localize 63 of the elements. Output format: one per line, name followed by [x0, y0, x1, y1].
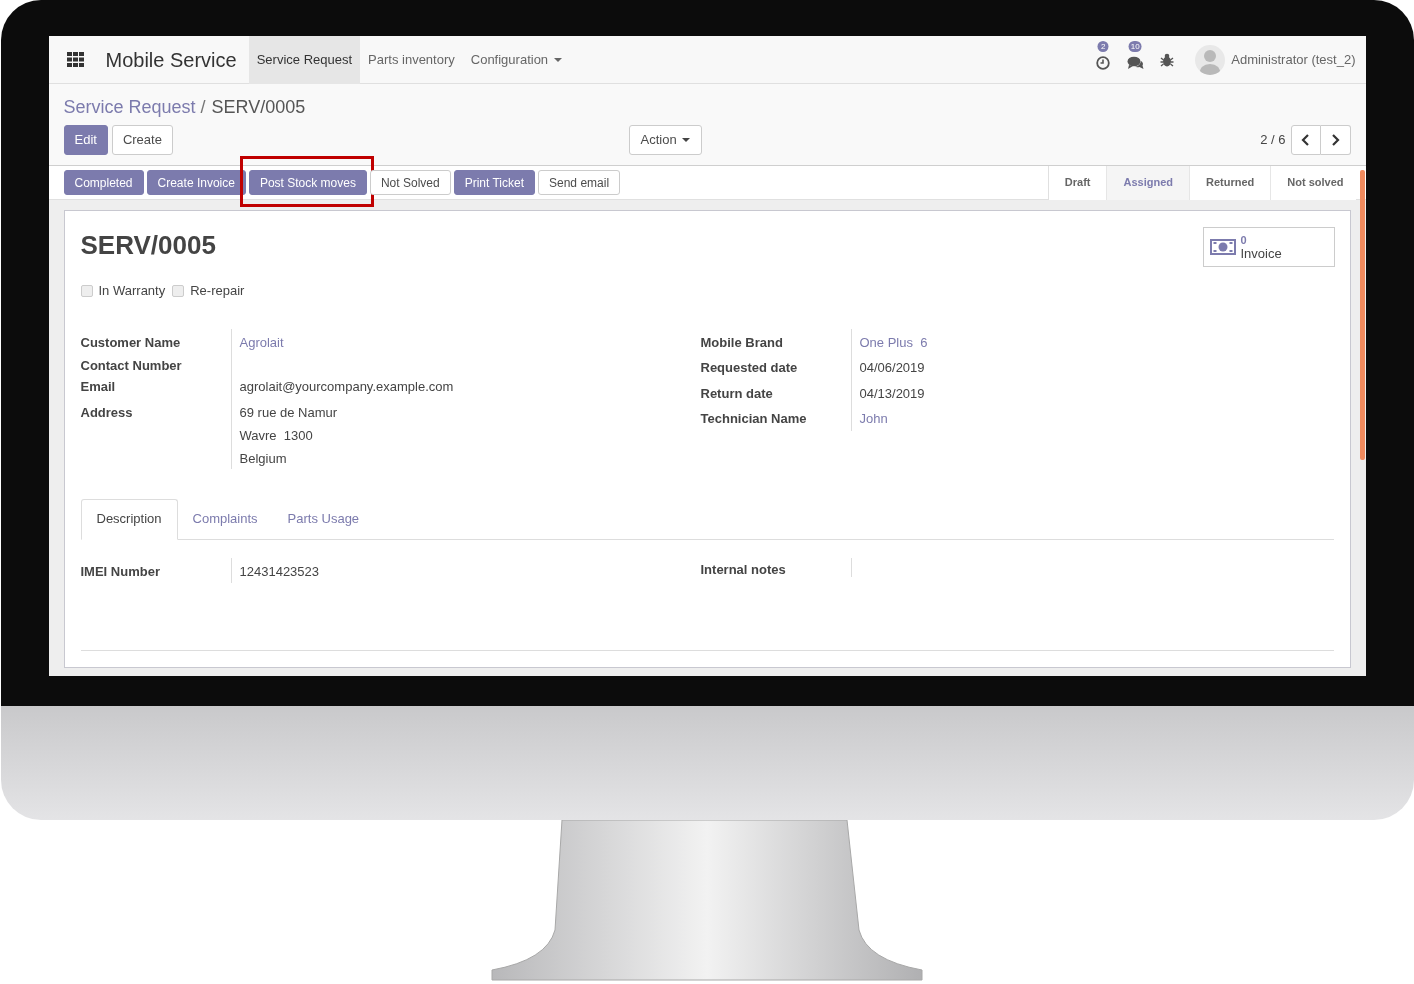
header-button[interactable]: Post Stock moves [248, 170, 367, 195]
breadcrumb-separator: / [199, 95, 206, 119]
field-link[interactable]: John [859, 411, 1321, 427]
checkbox-label: Re-repair [190, 282, 245, 300]
field-value: agrolait@yourcompany.example.com [239, 379, 455, 395]
menu-item[interactable]: Configuration [462, 36, 571, 84]
field-link[interactable]: One Plus 6 [859, 334, 1321, 351]
previous-button[interactable] [1290, 125, 1321, 155]
stat-label: Invoice [1240, 247, 1282, 260]
header-button[interactable]: Send email [538, 170, 621, 195]
checkbox[interactable] [172, 284, 185, 297]
checkbox[interactable] [80, 284, 93, 297]
header-button[interactable]: Print Ticket [453, 170, 535, 195]
status-stage[interactable]: Assigned [1107, 165, 1190, 200]
field-label: Email [80, 379, 116, 394]
notification-badge: 2 [1097, 40, 1109, 52]
field-value: 69 rue de Namur [239, 404, 339, 421]
field-value: 04/06/2019 [859, 360, 926, 376]
user-name[interactable]: Administrator (test_2) [1225, 49, 1366, 70]
menu-item[interactable]: Service Request [248, 36, 361, 84]
money-icon [1209, 239, 1236, 255]
next-button[interactable] [1320, 125, 1351, 155]
field-label: Contact Number [80, 358, 182, 373]
notification-badge: 10 [1128, 40, 1142, 52]
field-value: Wavre 1300 [239, 427, 314, 444]
header-button[interactable]: Completed [63, 170, 144, 195]
record-title: SERV/0005 [80, 229, 216, 261]
action-dropdown[interactable]: Action [628, 125, 702, 155]
tab[interactable]: Complaints [177, 498, 273, 539]
field-label: Address [80, 404, 133, 420]
field-label: IMEI Number [80, 563, 160, 579]
field-label: Technician Name [700, 411, 807, 426]
field-value: 12431423523 [239, 563, 321, 580]
chevron-left-icon [1300, 133, 1311, 147]
create-button[interactable]: Create [111, 125, 173, 155]
chevron-right-icon [1329, 133, 1341, 147]
status-stage[interactable]: Draft [1048, 165, 1108, 200]
caret-icon [681, 138, 690, 142]
app-title: Mobile Service [104, 47, 238, 73]
breadcrumb-link[interactable]: Service Request [63, 93, 196, 121]
stat-value: 0 [1240, 234, 1247, 247]
tab[interactable]: Description [80, 498, 178, 540]
field-value: Belgium [239, 450, 288, 467]
header-button[interactable]: Not Solved [369, 170, 451, 195]
chat-icon[interactable] [1126, 55, 1144, 70]
field-label: Customer Name [80, 334, 181, 350]
breadcrumb-current: SERV/0005 [210, 95, 306, 119]
field-label: Requested date [700, 360, 798, 375]
field-label: Return date [700, 385, 773, 401]
checkbox-label: In Warranty [98, 282, 166, 300]
field-value: 04/13/2019 [859, 385, 926, 402]
header-button[interactable]: Create Invoice [146, 170, 246, 195]
invoice-stat-button[interactable]: 0 Invoice [1202, 227, 1335, 267]
menu-item[interactable]: Parts inventory [360, 36, 463, 84]
status-stage[interactable]: Returned [1190, 165, 1272, 200]
pager-counter: 2 / 6 [1260, 131, 1287, 150]
clock-icon[interactable] [1096, 55, 1111, 70]
tab[interactable]: Parts Usage [272, 498, 375, 539]
field-label: Internal notes [700, 561, 786, 577]
field-link[interactable]: Agrolait [239, 334, 701, 351]
scrollbar-thumb[interactable] [1359, 170, 1365, 460]
edit-button[interactable]: Edit [63, 125, 108, 155]
field-label: Mobile Brand [700, 334, 783, 350]
